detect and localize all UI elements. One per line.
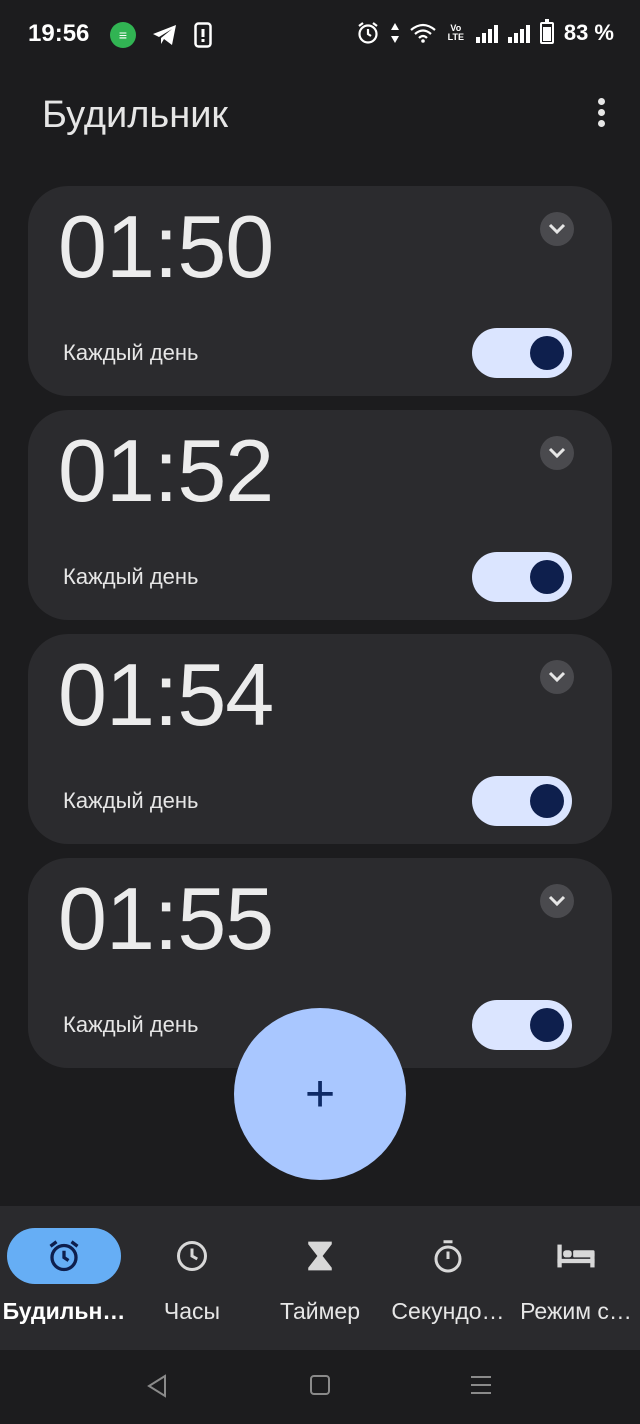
chevron-down-icon[interactable] bbox=[540, 436, 574, 470]
toggle-knob bbox=[530, 1008, 564, 1042]
tab-stopwatch[interactable]: Секундо… bbox=[384, 1206, 512, 1350]
alarm-toggle[interactable] bbox=[472, 328, 572, 378]
tab-alarm[interactable]: Будильн… bbox=[0, 1206, 128, 1350]
volte-icon: Vo LTE bbox=[447, 23, 465, 42]
hourglass-icon bbox=[263, 1228, 377, 1284]
more-vert-icon[interactable] bbox=[594, 98, 608, 132]
alarm-card[interactable]: 01:54 Каждый день bbox=[28, 634, 612, 844]
tab-bedtime[interactable]: Режим с… bbox=[512, 1206, 640, 1350]
page-title: Будильник bbox=[42, 94, 229, 136]
phone-icon bbox=[194, 22, 212, 48]
alarm-toggle[interactable] bbox=[472, 552, 572, 602]
status-right: Vo LTE 83 % bbox=[356, 19, 614, 46]
clock-icon bbox=[135, 1228, 249, 1284]
tab-label: Таймер bbox=[279, 1298, 361, 1324]
alarm-toggle[interactable] bbox=[472, 776, 572, 826]
alarm-icon bbox=[358, 22, 378, 44]
alarm-card[interactable]: 01:50 Каждый день bbox=[28, 186, 612, 396]
stopwatch-icon bbox=[391, 1228, 505, 1284]
alarm-time[interactable]: 01:55 bbox=[58, 868, 274, 970]
alarm-card[interactable]: 01:52 Каждый день bbox=[28, 410, 612, 620]
plus-icon: + bbox=[304, 1065, 336, 1123]
system-nav bbox=[0, 1350, 640, 1424]
signal-icon bbox=[475, 23, 498, 43]
add-alarm-button[interactable]: + bbox=[234, 1008, 406, 1180]
toggle-knob bbox=[530, 336, 564, 370]
telegram-icon bbox=[153, 25, 176, 45]
alarm-repeat-label: Каждый день bbox=[63, 564, 199, 589]
tab-label: Секундо… bbox=[391, 1298, 505, 1324]
chevron-down-icon[interactable] bbox=[540, 660, 574, 694]
recents-icon[interactable] bbox=[470, 1374, 492, 1396]
toggle-knob bbox=[530, 784, 564, 818]
signal-icon bbox=[507, 23, 530, 43]
app-notification-icon: ≡ bbox=[110, 22, 136, 48]
status-bar: 19:56 ≡ Vo LTE 83 % bbox=[0, 0, 640, 72]
back-icon[interactable] bbox=[146, 1374, 168, 1398]
alarm-time[interactable]: 01:52 bbox=[58, 420, 274, 522]
bed-icon bbox=[519, 1228, 633, 1284]
alarm-time[interactable]: 01:54 bbox=[58, 644, 274, 746]
alarm-time[interactable]: 01:50 bbox=[58, 196, 274, 298]
notification-icons: ≡ bbox=[110, 22, 212, 48]
battery-text: 83 % bbox=[563, 20, 614, 45]
chevron-down-icon[interactable] bbox=[540, 212, 574, 246]
tab-label: Будильн… bbox=[2, 1298, 126, 1324]
chevron-down-icon[interactable] bbox=[540, 884, 574, 918]
home-icon[interactable] bbox=[309, 1374, 331, 1396]
battery-icon bbox=[539, 19, 554, 44]
toggle-knob bbox=[530, 560, 564, 594]
alarm-repeat-label: Каждый день bbox=[63, 340, 199, 365]
data-arrows-icon bbox=[390, 23, 399, 43]
alarm-repeat-label: Каждый день bbox=[63, 1012, 199, 1037]
tab-timer[interactable]: Таймер bbox=[256, 1206, 384, 1350]
status-time: 19:56 bbox=[28, 20, 90, 47]
bottom-nav: Будильн… Часы Таймер Секундо… Режим с… bbox=[0, 1206, 640, 1350]
tab-label: Часы bbox=[163, 1298, 221, 1324]
alarm-repeat-label: Каждый день bbox=[63, 788, 199, 813]
tab-label: Режим с… bbox=[520, 1298, 632, 1324]
alarm-icon bbox=[7, 1228, 121, 1284]
wifi-icon bbox=[410, 23, 436, 43]
alarm-toggle[interactable] bbox=[472, 1000, 572, 1050]
tab-clock[interactable]: Часы bbox=[128, 1206, 256, 1350]
